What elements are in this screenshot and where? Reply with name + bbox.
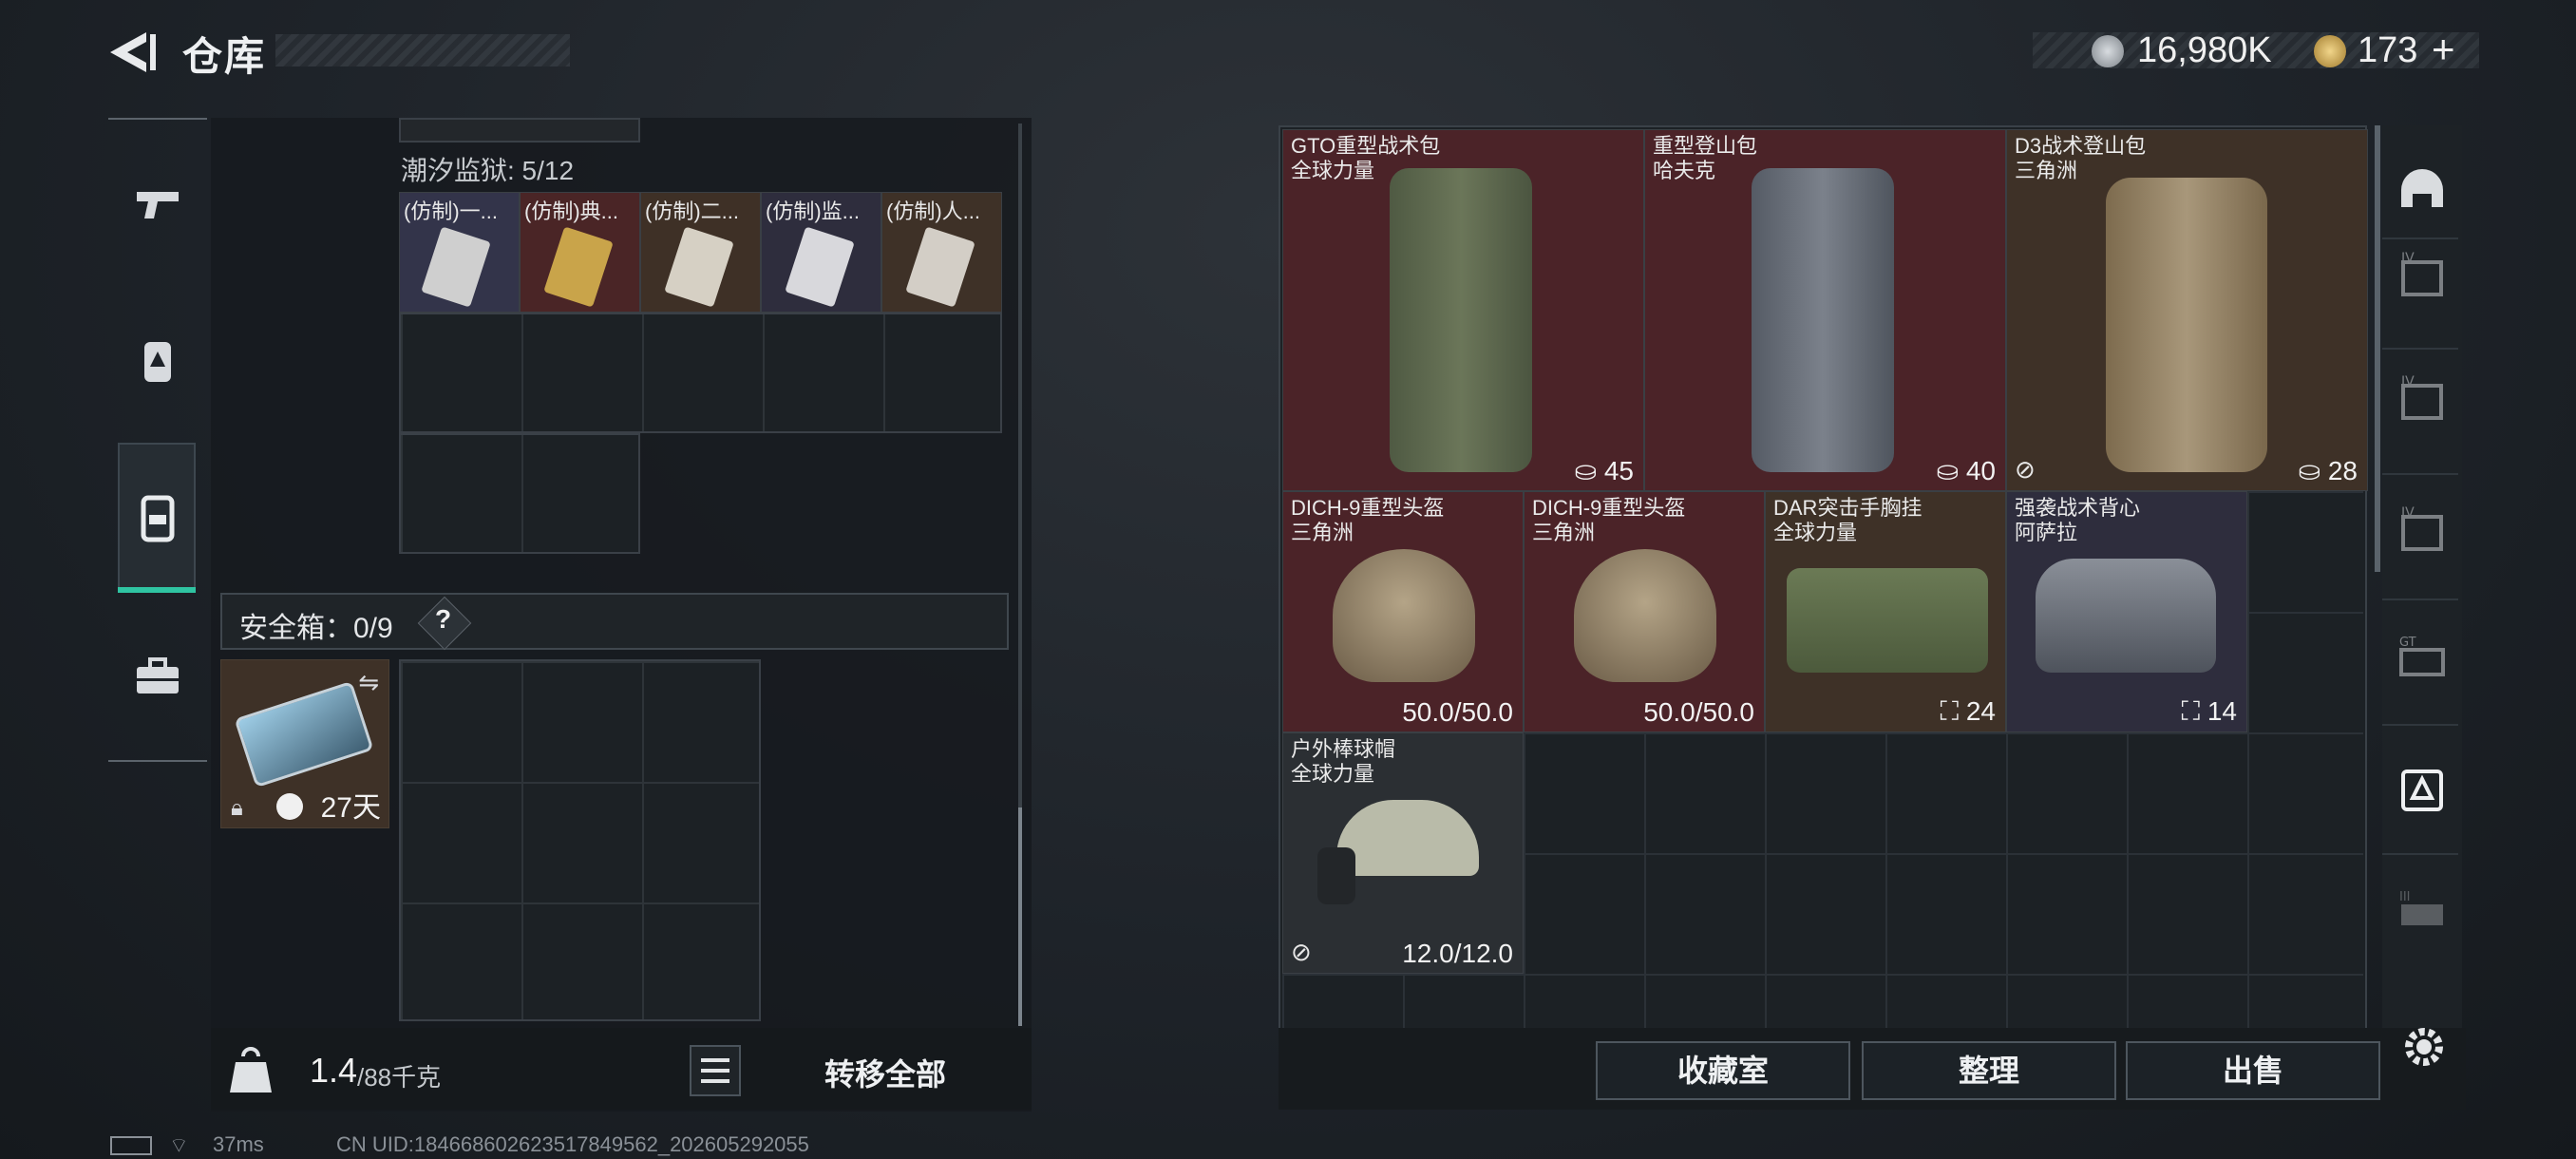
prison-label: 潮汐监狱: 5/12 [401, 156, 575, 185]
helmet-tile[interactable]: DICH-9重型头盔 三角洲 50.0/50.0 [1524, 491, 1765, 732]
list-icon [701, 1058, 729, 1083]
durability-value: 50.0/50.0 [1643, 697, 1754, 727]
vest-category-icon[interactable]: III [2394, 885, 2451, 942]
backpack-image [2106, 178, 2267, 472]
settings-gear-icon[interactable] [2397, 1020, 2451, 1074]
page-title: 仓库 [182, 34, 267, 79]
armor-iv-icon[interactable]: IV [2394, 372, 2451, 429]
safe-days: 27天 [320, 792, 381, 824]
svg-text:IV: IV [2401, 374, 2415, 390]
svg-text:IV: IV [2401, 505, 2415, 521]
chest-rig-tile[interactable]: DAR突击手胸挂 全球力量 ⛶ 24 [1765, 491, 2006, 732]
item-tile[interactable]: (仿制)典... [520, 192, 640, 313]
uid-text: CN UID:184668602623517849562_20260529205… [336, 1132, 809, 1156]
item-tile[interactable]: (仿制)一... [399, 192, 520, 313]
item-tile[interactable]: (仿制)二... [640, 192, 761, 313]
empty-slot-row[interactable] [399, 313, 1002, 433]
partial-row-top [399, 118, 640, 142]
divider [2382, 238, 2458, 239]
currency-gold: 173 [2358, 30, 2418, 70]
chest-rig-image [1787, 568, 1988, 673]
weight-icon [228, 1043, 274, 1096]
weight-value: 1.4 [310, 1051, 358, 1090]
back-arrow-icon [110, 32, 156, 72]
headset-image [1317, 847, 1355, 904]
cap-image [1336, 800, 1479, 876]
gold-coin-icon [2314, 35, 2346, 67]
nav-divider-bottom [108, 760, 207, 762]
transfer-all-button[interactable]: 转移全部 [824, 1051, 946, 1094]
item-tile[interactable]: (仿制)监... [761, 192, 881, 313]
vest-image [2036, 559, 2216, 673]
currency-silver: 16,980K [2137, 30, 2272, 70]
clock-icon [276, 793, 303, 820]
armor-iv-icon[interactable]: IV [2394, 504, 2451, 560]
item-tile[interactable]: (仿制)人... [881, 192, 1002, 313]
backpack-image [1752, 168, 1894, 472]
armor-iv-icon[interactable]: IV [2394, 249, 2451, 306]
right-scrollbar[interactable] [2375, 125, 2380, 572]
safe-box-label: 安全箱：0/9 [239, 613, 393, 644]
divider [2382, 348, 2458, 350]
backpack-tile[interactable]: GTO重型战术包 全球力量 ⛀ 45 [1282, 129, 1644, 491]
durability-value: 12.0/12.0 [1402, 939, 1513, 968]
back-button[interactable] [104, 28, 161, 76]
battery-icon [110, 1136, 152, 1155]
safe-case-icon [234, 680, 374, 788]
no-insure-icon: ⊘ [1291, 938, 1312, 966]
safe-container-tile[interactable]: ⇋ 🔒︎ 27天 [220, 659, 389, 828]
helmet-image [1333, 549, 1475, 682]
backpack-image [1390, 168, 1532, 472]
armor-icon[interactable] [129, 332, 186, 390]
capacity-value: ⛀ 40 [1936, 456, 1996, 485]
title-stripe [275, 34, 570, 66]
card-icon [421, 226, 491, 308]
divider [2382, 473, 2458, 475]
backpack-tile[interactable]: 重型登山包 哈夫克 ⛀ 40 [1644, 129, 2006, 491]
helmet-image [1574, 549, 1716, 682]
divider [2382, 724, 2458, 726]
svg-text:GT: GT [2399, 636, 2416, 650]
no-insure-icon: ⊘ [2015, 455, 2036, 484]
svg-text:III: III [2399, 890, 2411, 904]
collection-button[interactable]: 收藏室 [1596, 1041, 1850, 1100]
headwear-tile[interactable]: 户外棒球帽 全球力量 ⊘ 12.0/12.0 [1282, 732, 1524, 974]
svg-text:IV: IV [2401, 251, 2415, 266]
add-currency-button[interactable]: + [2432, 27, 2455, 72]
chest-rig-category-icon[interactable]: GT [2394, 633, 2451, 690]
card-icon [664, 226, 734, 308]
help-text: ? [435, 604, 452, 634]
divider [2382, 598, 2458, 600]
list-view-button[interactable] [690, 1045, 741, 1096]
divider [2382, 853, 2458, 855]
card-icon [905, 226, 975, 308]
capacity-value: ⛀ 45 [1574, 456, 1634, 485]
helmet-tile[interactable]: DICH-9重型头盔 三角洲 50.0/50.0 [1282, 491, 1524, 732]
vest-tile[interactable]: 强袭战术背心 阿萨拉 ⛶ 14 [2006, 491, 2247, 732]
firearm-icon[interactable] [129, 175, 186, 232]
helmet-category-icon[interactable] [2394, 162, 2451, 218]
card-icon [543, 226, 614, 308]
organize-button[interactable]: 整理 [1862, 1041, 2116, 1100]
capacity-value: ⛀ 28 [2298, 456, 2358, 485]
swap-icon[interactable]: ⇋ [358, 668, 379, 697]
safe-box-grid[interactable] [399, 659, 761, 1021]
empty-slot-row[interactable] [399, 433, 640, 554]
lock-icon: 🔒︎ [231, 795, 243, 821]
weight-capacity: /88千克 [357, 1063, 442, 1092]
ping-text: 37ms [213, 1132, 264, 1156]
wifi-icon: ⌔ [169, 1133, 189, 1157]
silver-coin-icon [2092, 35, 2124, 67]
capacity-value: ⛶ 24 [1940, 696, 1996, 726]
backpack-icon[interactable] [129, 488, 186, 545]
durability-value: 50.0/50.0 [1402, 697, 1513, 727]
sell-button[interactable]: 出售 [2126, 1041, 2380, 1100]
toolbox-icon[interactable] [129, 648, 186, 705]
backpack-tile[interactable]: D3战术登山包 三角洲 ⊘ ⛀ 28 [2006, 129, 2368, 491]
capacity-value: ⛶ 14 [2181, 696, 2237, 726]
nav-divider-top [108, 118, 207, 120]
left-scroll-thumb[interactable] [1018, 808, 1022, 1026]
backpack-category-icon[interactable] [2394, 760, 2451, 817]
card-icon [785, 226, 855, 308]
